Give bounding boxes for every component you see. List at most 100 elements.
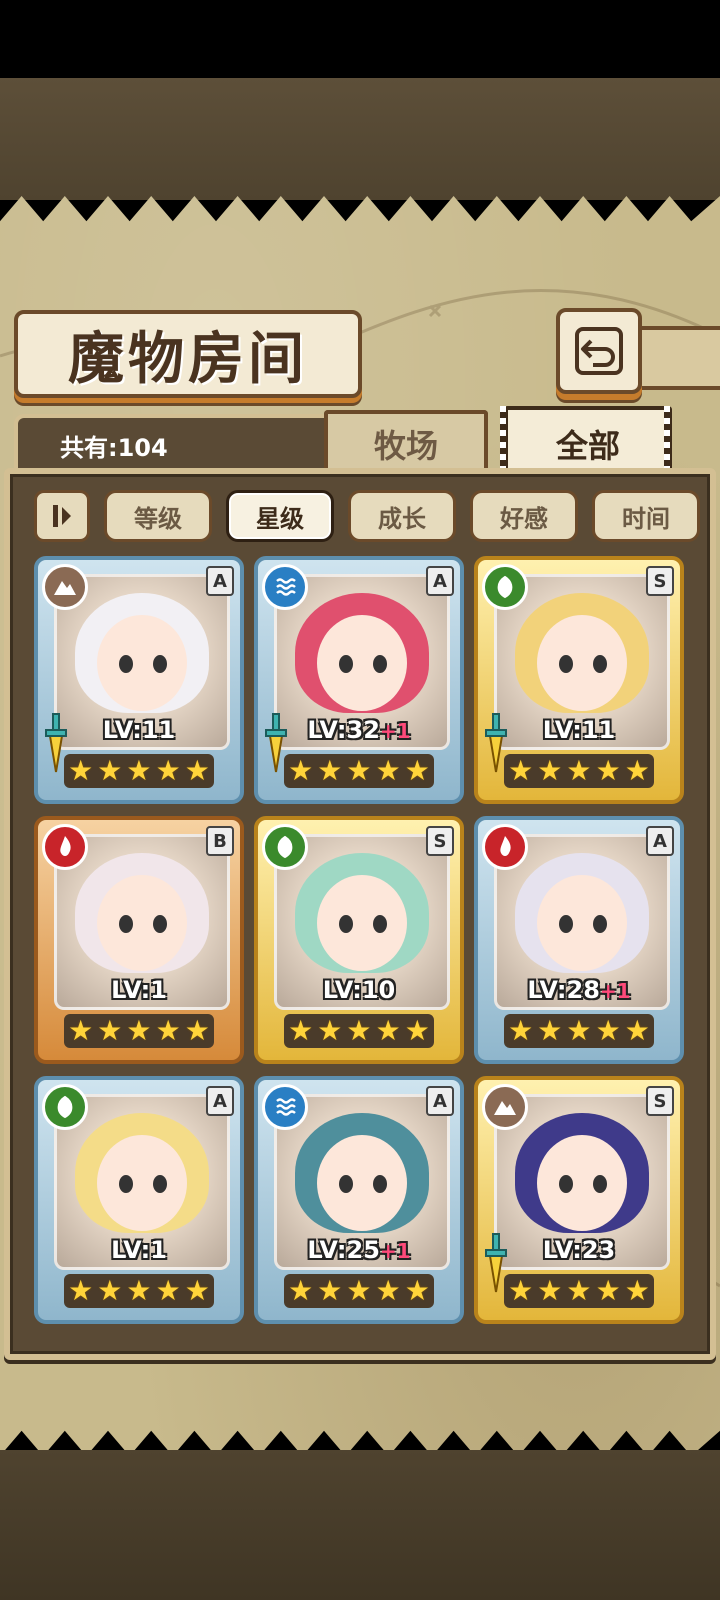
star-icon: ★ <box>97 1014 123 1047</box>
tab-ranch[interactable]: 牧场 <box>324 410 488 474</box>
star-icon: ★ <box>126 754 152 787</box>
wind-element-icon <box>482 564 528 610</box>
level-label: LV:11 <box>102 716 176 744</box>
star-icon: ★ <box>508 1274 534 1307</box>
star-icon: ★ <box>375 1274 401 1307</box>
monster-level: LV:10 <box>258 976 460 1004</box>
star-icon: ★ <box>317 1274 343 1307</box>
level-label: LV:11 <box>542 716 616 744</box>
star-rating: ★ ★ ★ ★ ★ <box>284 1274 434 1308</box>
wind-element-icon <box>262 824 308 870</box>
water-element-icon <box>262 564 308 610</box>
monster-level: LV:32+1 <box>258 716 460 744</box>
back-button[interactable] <box>556 308 642 394</box>
tab-edge-right <box>664 406 670 476</box>
monster-level: LV:1 <box>38 1236 240 1264</box>
star-icon: ★ <box>184 1014 210 1047</box>
star-icon: ★ <box>346 1014 372 1047</box>
star-icon: ★ <box>346 754 372 787</box>
monster-level: LV:11 <box>478 716 680 744</box>
monster-card[interactable]: S LV:23 ★ ★ ★ ★ ★ <box>474 1076 684 1324</box>
monster-card[interactable]: A LV:28+1 ★ ★ ★ ★ ★ <box>474 816 684 1064</box>
monster-card[interactable]: S LV:10 ★ ★ ★ ★ ★ <box>254 816 464 1064</box>
earth-element-icon <box>482 1084 528 1130</box>
star-icon: ★ <box>375 754 401 787</box>
monster-level: LV:28+1 <box>478 976 680 1004</box>
star-icon: ★ <box>184 1274 210 1307</box>
rank-badge: S <box>426 826 454 856</box>
star-icon: ★ <box>317 754 343 787</box>
sort-affection-button[interactable]: 好感 <box>470 490 578 542</box>
level-bonus: +1 <box>599 979 631 1003</box>
level-label: LV:25 <box>307 1236 380 1264</box>
wind-element-icon <box>42 1084 88 1130</box>
star-icon: ★ <box>537 754 563 787</box>
star-icon: ★ <box>595 1274 621 1307</box>
star-icon: ★ <box>68 1014 94 1047</box>
monster-level: LV:23 <box>478 1236 680 1264</box>
star-icon: ★ <box>375 1014 401 1047</box>
sort-order-icon <box>53 505 71 527</box>
rank-badge: A <box>426 566 454 596</box>
sort-level-button[interactable]: 等级 <box>104 490 212 542</box>
star-icon: ★ <box>404 1274 430 1307</box>
star-icon: ★ <box>404 1014 430 1047</box>
level-bonus: +1 <box>379 719 411 743</box>
monster-card[interactable]: B LV:1 ★ ★ ★ ★ ★ <box>34 816 244 1064</box>
star-rating: ★ ★ ★ ★ ★ <box>504 754 654 788</box>
rank-badge: A <box>206 566 234 596</box>
star-icon: ★ <box>184 754 210 787</box>
star-rating: ★ ★ ★ ★ ★ <box>504 1014 654 1048</box>
star-icon: ★ <box>404 754 430 787</box>
star-icon: ★ <box>288 1274 314 1307</box>
map-background-top <box>0 78 720 200</box>
level-label: LV:10 <box>322 976 396 1004</box>
monster-card[interactable]: A LV:11 ★ ★ ★ ★ ★ <box>34 556 244 804</box>
map-background-bottom <box>0 1450 720 1600</box>
monster-card[interactable]: S LV:11 ★ ★ ★ ★ ★ <box>474 556 684 804</box>
star-icon: ★ <box>624 1274 650 1307</box>
star-icon: ★ <box>155 1274 181 1307</box>
monster-card[interactable]: A LV:25+1 ★ ★ ★ ★ ★ <box>254 1076 464 1324</box>
monster-level: LV:1 <box>38 976 240 1004</box>
star-icon: ★ <box>68 754 94 787</box>
monster-card[interactable]: A LV:32+1 ★ ★ ★ ★ ★ <box>254 556 464 804</box>
star-rating: ★ ★ ★ ★ ★ <box>64 754 214 788</box>
level-label: LV:32 <box>307 716 380 744</box>
star-icon: ★ <box>126 1014 152 1047</box>
sort-time-button[interactable]: 时间 <box>592 490 700 542</box>
sort-growth-button[interactable]: 成长 <box>348 490 456 542</box>
tab-edge-left <box>500 406 506 476</box>
rank-badge: A <box>206 1086 234 1116</box>
star-icon: ★ <box>97 754 123 787</box>
back-arrow-icon <box>575 327 623 375</box>
star-rating: ★ ★ ★ ★ ★ <box>504 1274 654 1308</box>
level-label: LV:1 <box>111 1236 167 1264</box>
star-rating: ★ ★ ★ ★ ★ <box>284 754 434 788</box>
star-icon: ★ <box>317 1014 343 1047</box>
status-bar <box>0 0 720 78</box>
rank-badge: B <box>206 826 234 856</box>
monster-level: LV:11 <box>38 716 240 744</box>
monster-count: 共有:104 <box>60 434 168 462</box>
star-icon: ★ <box>68 1274 94 1307</box>
sort-order-toggle[interactable] <box>34 490 90 542</box>
star-rating: ★ ★ ★ ★ ★ <box>64 1274 214 1308</box>
water-element-icon <box>262 1084 308 1130</box>
earth-element-icon <box>42 564 88 610</box>
star-rating: ★ ★ ★ ★ ★ <box>284 1014 434 1048</box>
rank-badge: S <box>646 566 674 596</box>
star-icon: ★ <box>288 1014 314 1047</box>
star-icon: ★ <box>537 1274 563 1307</box>
star-icon: ★ <box>566 1014 592 1047</box>
star-icon: ★ <box>155 1014 181 1047</box>
rank-badge: A <box>646 826 674 856</box>
star-icon: ★ <box>126 1274 152 1307</box>
sort-star-button[interactable]: 星级 <box>226 490 334 542</box>
monster-card[interactable]: A LV:1 ★ ★ ★ ★ ★ <box>34 1076 244 1324</box>
star-icon: ★ <box>508 754 534 787</box>
star-icon: ★ <box>624 1014 650 1047</box>
star-icon: ★ <box>346 1274 372 1307</box>
star-icon: ★ <box>288 754 314 787</box>
level-label: LV:23 <box>542 1236 616 1264</box>
